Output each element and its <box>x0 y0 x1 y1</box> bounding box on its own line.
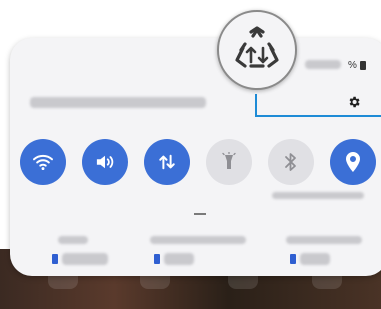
flashlight-toggle[interactable] <box>206 139 252 185</box>
wifi-toggle[interactable] <box>20 139 66 185</box>
wifi-icon <box>33 154 53 171</box>
speaker-icon <box>96 155 114 169</box>
media-label <box>58 236 88 244</box>
location-toggle[interactable] <box>330 139 376 185</box>
sim-icon <box>290 254 296 264</box>
flashlight-icon <box>222 152 236 169</box>
sim-carrier-text <box>164 253 194 265</box>
tile-caption <box>272 192 364 199</box>
sim-carrier-text <box>300 253 330 265</box>
media-label <box>286 236 362 244</box>
battery-percent: % <box>348 60 357 71</box>
panel-drag-handle[interactable] <box>194 213 206 215</box>
sim-icon <box>154 254 160 264</box>
sim-icon <box>52 254 58 264</box>
location-pin-icon <box>346 152 360 172</box>
bluetooth-icon <box>285 153 296 171</box>
recycle-triangle-icon <box>235 26 279 68</box>
gear-icon[interactable] <box>347 95 361 112</box>
sound-toggle[interactable] <box>82 139 128 185</box>
sim-carrier-text <box>62 253 108 265</box>
callout-leader-line <box>255 94 257 116</box>
bluetooth-toggle[interactable] <box>268 139 314 185</box>
date-time-text <box>30 97 206 108</box>
media-label <box>150 236 246 244</box>
battery-icon <box>360 61 366 70</box>
callout-magnifier <box>217 10 297 90</box>
mobile-data-toggle[interactable] <box>144 139 190 185</box>
status-bar-info <box>305 60 341 69</box>
data-arrows-icon <box>159 154 175 170</box>
callout-leader-line <box>255 115 381 117</box>
